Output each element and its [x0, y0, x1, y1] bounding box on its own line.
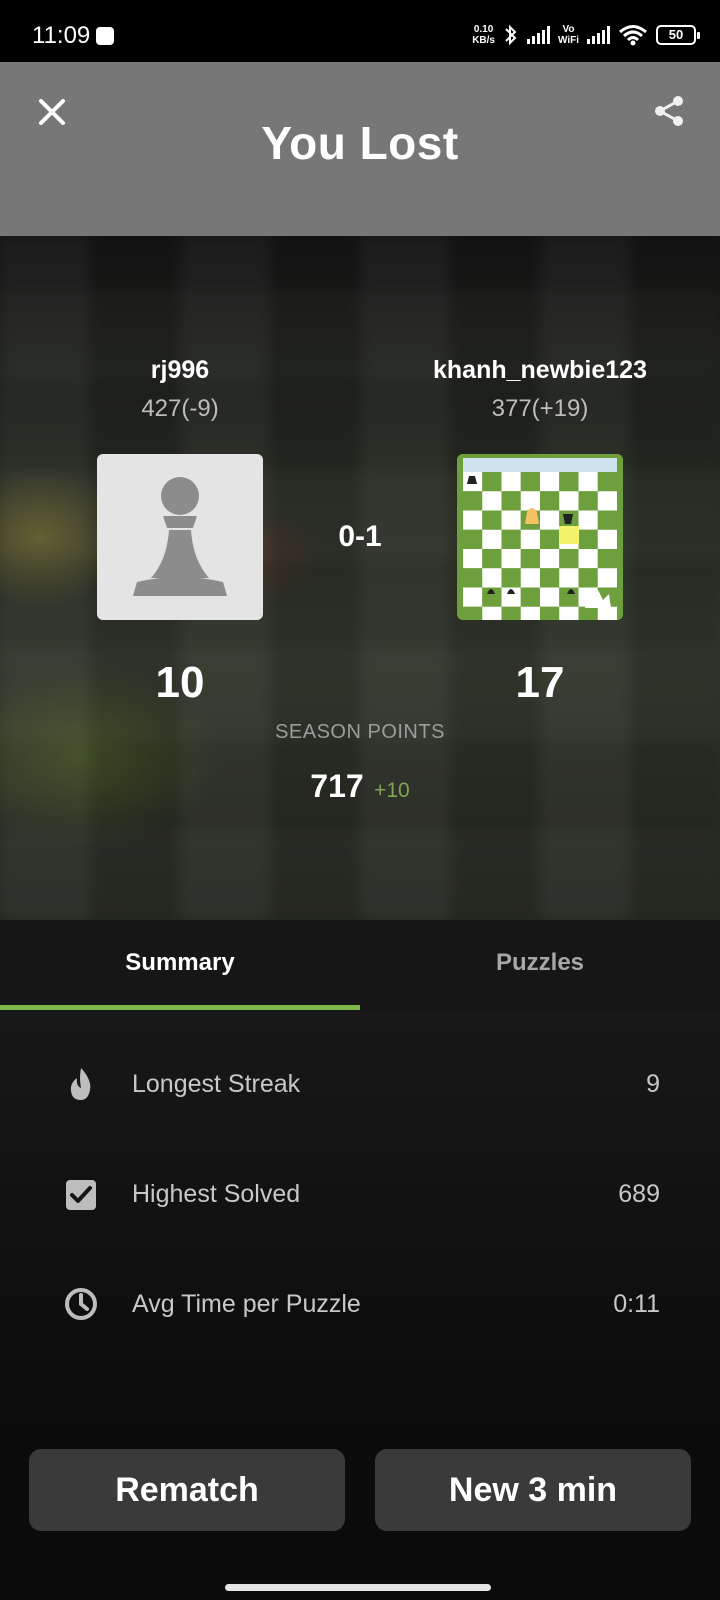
summary-label: Longest Streak: [132, 1070, 301, 1098]
status-icons: 0.10 KB/s Vo WiFi 50: [472, 20, 700, 50]
list-item: Longest Streak 9: [0, 1054, 720, 1114]
status-bar: 11:09 0.10 KB/s Vo WiFi 50: [0, 0, 720, 62]
result-header: You Lost: [0, 62, 720, 236]
crown-icon: [585, 590, 611, 608]
summary-label: Highest Solved: [132, 1180, 301, 1208]
game-score: 0-1: [338, 520, 382, 553]
tab-puzzles[interactable]: Puzzles: [360, 920, 720, 1010]
season-points-delta: +10: [374, 779, 410, 802]
player-left-avatar[interactable]: [97, 454, 263, 620]
season-points-label: SEASON POINTS: [275, 721, 445, 743]
flame-icon: [70, 1068, 91, 1100]
vowifi-bottom: WiFi: [557, 35, 579, 46]
list-item: Avg Time per Puzzle 0:11: [0, 1274, 720, 1334]
network-speed: 0.10 KB/s: [472, 24, 495, 46]
summary-value: 9: [646, 1070, 660, 1098]
player-right-name[interactable]: khanh_newbie123: [375, 356, 705, 385]
player-left-name[interactable]: rj996: [15, 356, 345, 385]
player-right-points: 17: [515, 658, 565, 707]
player-left-points: 10: [155, 658, 205, 707]
season-points-total: 717 +10: [0, 768, 720, 805]
summary-label: Avg Time per Puzzle: [132, 1290, 361, 1318]
summary-value: 0:11: [613, 1290, 660, 1318]
player-right: khanh_newbie123 377(+19): [375, 356, 705, 423]
status-time: 11:09: [32, 22, 91, 49]
battery-icon: 50: [656, 25, 700, 45]
clock-icon: [65, 1288, 97, 1320]
new-game-button[interactable]: New 3 min: [375, 1449, 691, 1531]
summary-list: Longest Streak 9 Highest Solved 689 Avg …: [0, 1010, 720, 1440]
network-speed-value: 0.10: [473, 24, 494, 35]
player-right-avatar[interactable]: [457, 454, 623, 620]
list-item: Highest Solved 689: [0, 1164, 720, 1224]
checkbox-icon: [66, 1180, 96, 1210]
player-left: rj996 427(-9): [15, 356, 345, 423]
game-result-panel: rj996 427(-9) khanh_newbie123 377(+19) 0…: [0, 236, 720, 920]
player-right-rating: 377(+19): [491, 395, 589, 422]
action-bar: Rematch New 3 min: [0, 1440, 720, 1600]
cell-signal-2-icon: [587, 26, 610, 44]
cell-signal-icon: [526, 26, 550, 44]
wifi-icon: [619, 25, 647, 46]
home-indicator[interactable]: [225, 1584, 491, 1591]
share-icon[interactable]: [652, 94, 686, 128]
pawn-icon: [133, 477, 227, 596]
season-points-value: 717: [310, 768, 364, 804]
player-left-rating: 427(-9): [141, 395, 219, 422]
bluetooth-icon: [505, 24, 517, 46]
rematch-button[interactable]: Rematch: [29, 1449, 345, 1531]
vowifi-top: Vo: [562, 24, 575, 35]
notification-app-icon: [96, 27, 114, 45]
page-title: You Lost: [261, 117, 459, 169]
tab-summary[interactable]: Summary: [0, 920, 360, 1010]
network-speed-unit: KB/s: [472, 35, 495, 46]
vowifi-label: Vo WiFi: [558, 24, 579, 46]
summary-value: 689: [618, 1180, 660, 1208]
tab-bar: Summary Puzzles: [0, 920, 720, 1010]
